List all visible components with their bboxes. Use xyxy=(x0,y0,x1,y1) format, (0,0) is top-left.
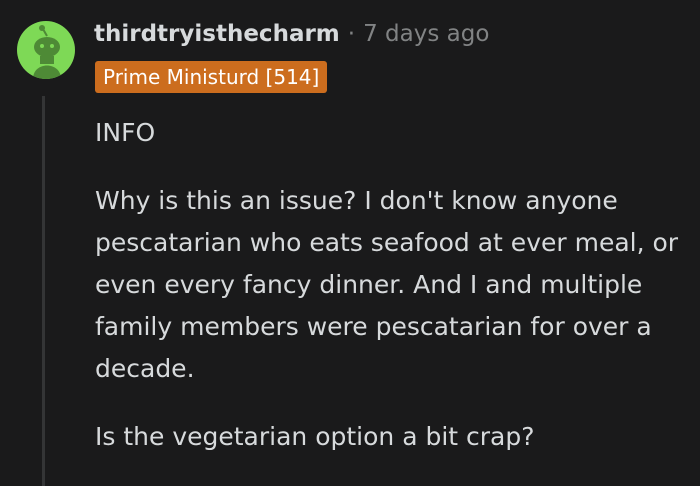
meta-separator: · xyxy=(347,21,356,47)
comment-timestamp[interactable]: 7 days ago xyxy=(363,21,489,47)
comment: thirdtryisthecharm · 7 days ago Prime Mi… xyxy=(0,0,700,486)
comment-meta: thirdtryisthecharm · 7 days ago xyxy=(94,18,489,50)
comment-paragraph: Why is this an issue? I don't know anyon… xyxy=(95,186,679,383)
thread-line[interactable] xyxy=(42,96,45,486)
comment-paragraph: INFO xyxy=(95,118,156,147)
user-flair: Prime Ministurd [514] xyxy=(95,61,328,93)
snoo-avatar-icon[interactable] xyxy=(17,21,75,79)
username-link[interactable]: thirdtryisthecharm xyxy=(94,21,340,47)
comment-paragraph: Is the vegetarian option a bit crap? xyxy=(95,422,535,451)
comment-body: INFO Why is this an issue? I don't know … xyxy=(95,112,695,484)
